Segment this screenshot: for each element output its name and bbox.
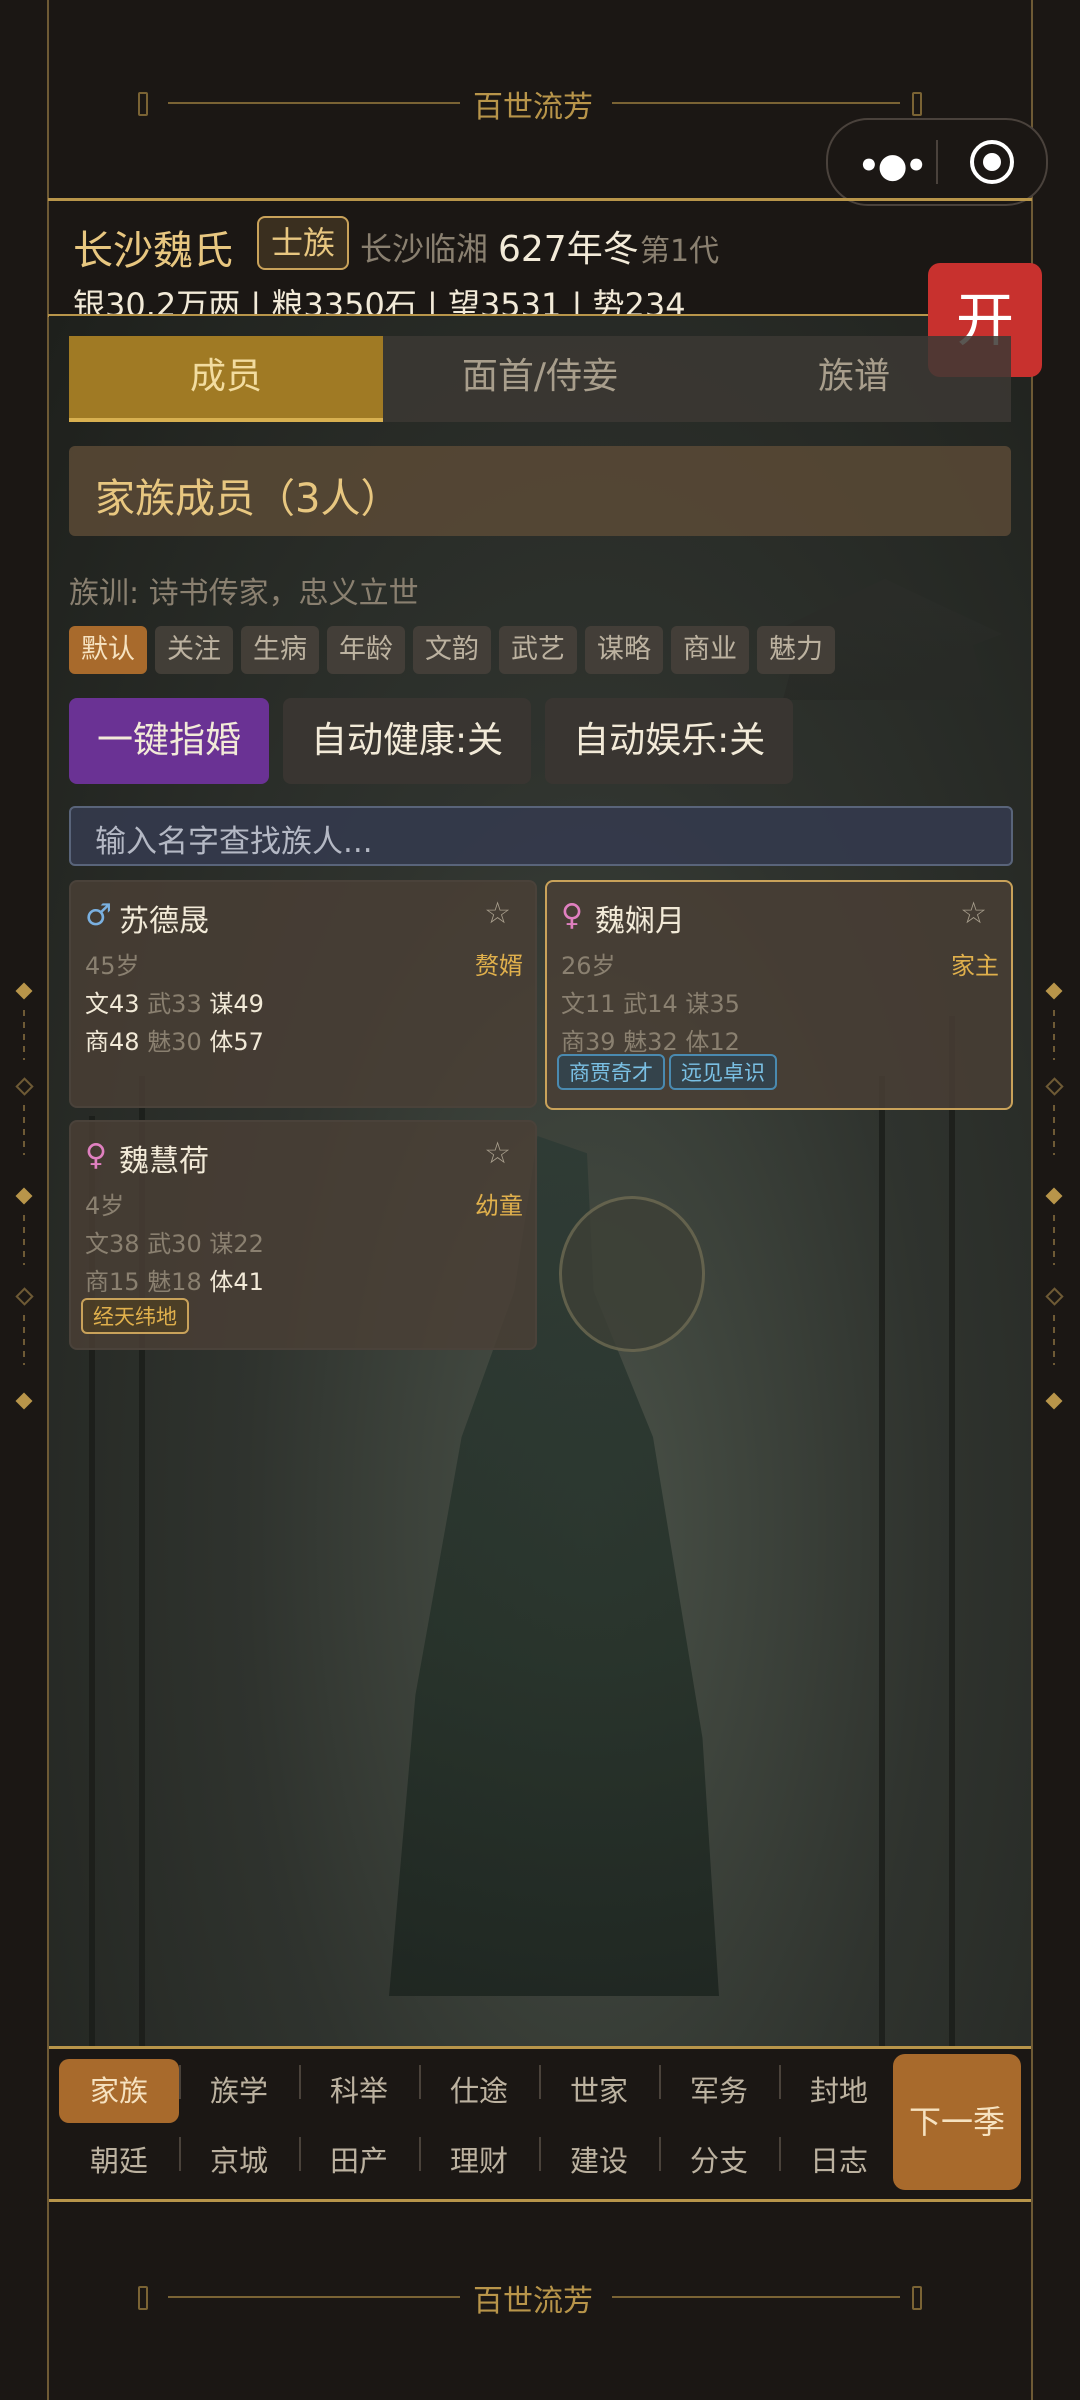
member-stats-row2: 商39 魅32 体12 <box>561 1028 740 1056</box>
filter-literary[interactable]: 文韵 <box>413 626 491 674</box>
nav-clans[interactable]: 世家 <box>539 2059 659 2123</box>
header-top-line <box>48 198 1032 201</box>
female-icon: ♀ <box>85 1138 107 1173</box>
trait-badge: 经天纬地 <box>81 1298 189 1334</box>
more-icon[interactable]: •●• <box>858 146 927 186</box>
nav-row-2: 朝廷 京城 田产 理财 建设 分支 日志 <box>59 2131 899 2191</box>
close-target-icon[interactable] <box>970 140 1014 184</box>
nav-finance[interactable]: 理财 <box>419 2131 539 2191</box>
member-traits: 商贾奇才 远见卓识 <box>557 1054 777 1090</box>
filter-age[interactable]: 年龄 <box>327 626 405 674</box>
tab-members[interactable]: 成员 <box>69 336 383 422</box>
generation-label: 第1代 <box>640 234 720 269</box>
member-age: 45岁 <box>85 952 140 980</box>
member-stats-row1: 文43 武33 谋49 <box>85 990 264 1018</box>
nav-military[interactable]: 军务 <box>659 2059 779 2123</box>
mini-program-capsule[interactable]: •●• <box>826 118 1048 206</box>
fan-illustration <box>559 1196 705 1352</box>
star-icon[interactable]: ☆ <box>484 1136 511 1171</box>
nav-capital[interactable]: 京城 <box>179 2131 299 2191</box>
search-placeholder: 输入名字查找族人... <box>95 824 373 860</box>
filter-martial[interactable]: 武艺 <box>499 626 577 674</box>
nav-family[interactable]: 家族 <box>59 2059 179 2123</box>
banner-title: 百世流芳 <box>473 2284 593 2319</box>
place-label: 长沙临湘 <box>360 230 489 268</box>
nav-estates[interactable]: 田产 <box>299 2131 419 2191</box>
sort-filters: 默认 关注 生病 年龄 文韵 武艺 谋略 商业 魅力 <box>69 626 835 674</box>
nav-construction[interactable]: 建设 <box>539 2131 659 2191</box>
nav-row-1: 家族 族学 科举 仕途 世家 军务 封地 <box>59 2059 899 2123</box>
member-age: 26岁 <box>561 952 616 980</box>
member-role: 幼童 <box>475 1192 523 1220</box>
bamboo-illustration <box>949 1016 955 2046</box>
filter-strategy[interactable]: 谋略 <box>585 626 663 674</box>
right-ornament <box>1040 980 1070 1420</box>
year-label: 627年冬 <box>498 229 639 270</box>
auto-fun-toggle[interactable]: 自动娱乐:关 <box>545 698 794 784</box>
left-ornament <box>10 980 40 1420</box>
nav-log[interactable]: 日志 <box>779 2131 899 2191</box>
trait-badge: 商贾奇才 <box>557 1054 665 1090</box>
matchmake-button[interactable]: 一键指婚 <box>69 698 270 784</box>
tab-consorts[interactable]: 面首/侍妾 <box>383 336 697 422</box>
next-season-button[interactable]: 下一季 <box>893 2054 1021 2190</box>
member-name: 魏慧荷 <box>119 1144 209 1179</box>
nav-branches[interactable]: 分支 <box>659 2131 779 2191</box>
panel-title: 家族成员（3人） <box>95 476 401 522</box>
panel-title-bar: 家族成员（3人） <box>69 446 1011 536</box>
member-card-head[interactable]: ♀ 魏娴月 ☆ 26岁 家主 文11 武14 谋35 商39 魅32 体12 商… <box>545 880 1013 1110</box>
nav-career[interactable]: 仕途 <box>419 2059 539 2123</box>
member-name: 苏德晟 <box>119 904 209 939</box>
member-stats-row2: 商48 魅30 体57 <box>85 1028 264 1056</box>
tab-genealogy[interactable]: 族谱 <box>697 336 1011 422</box>
trait-badge: 远见卓识 <box>669 1054 777 1090</box>
nav-fief[interactable]: 封地 <box>779 2059 899 2123</box>
family-motto: 族训: 诗书传家，忠义立世 <box>69 576 419 611</box>
member-role: 赘婿 <box>475 952 523 980</box>
member-card[interactable]: ♂ 苏德晟 ☆ 45岁 赘婿 文43 武33 谋49 商48 魅30 体57 <box>69 880 537 1108</box>
banner-title: 百世流芳 <box>473 90 593 125</box>
male-icon: ♂ <box>85 898 112 933</box>
family-name: 长沙魏氏 <box>73 228 233 274</box>
filter-default[interactable]: 默认 <box>69 626 147 674</box>
member-stats-row1: 文38 武30 谋22 <box>85 1230 264 1258</box>
star-icon[interactable]: ☆ <box>960 896 987 931</box>
member-age: 4岁 <box>85 1192 125 1220</box>
member-role: 家主 <box>951 952 999 980</box>
nav-exam[interactable]: 科举 <box>299 2059 419 2123</box>
member-stats-row1: 文11 武14 谋35 <box>561 990 740 1018</box>
nav-court[interactable]: 朝廷 <box>59 2131 179 2191</box>
bamboo-illustration <box>879 1076 885 2046</box>
top-banner: 百世流芳 <box>138 88 928 125</box>
filter-charm[interactable]: 魅力 <box>757 626 835 674</box>
female-icon: ♀ <box>561 898 583 933</box>
filter-sick[interactable]: 生病 <box>241 626 319 674</box>
tab-bar: 成员 面首/侍妾 族谱 <box>69 336 1011 422</box>
rank-badge: 士族 <box>257 216 350 270</box>
member-name: 魏娴月 <box>595 904 685 939</box>
bottom-nav: 家族 族学 科举 仕途 世家 军务 封地 朝廷 京城 田产 理财 建设 分支 日… <box>49 2046 1031 2202</box>
filter-commerce[interactable]: 商业 <box>671 626 749 674</box>
member-card[interactable]: ♀ 魏慧荷 ☆ 4岁 幼童 文38 武30 谋22 商15 魅18 体41 经天… <box>69 1120 537 1350</box>
bottom-banner: 百世流芳 <box>138 2282 928 2319</box>
filter-follow[interactable]: 关注 <box>155 626 233 674</box>
action-buttons: 一键指婚 自动健康:关 自动娱乐:关 <box>69 698 794 784</box>
member-traits: 经天纬地 <box>81 1298 189 1334</box>
star-icon[interactable]: ☆ <box>484 896 511 931</box>
nav-school[interactable]: 族学 <box>179 2059 299 2123</box>
member-search-input[interactable]: 输入名字查找族人... <box>69 806 1013 866</box>
member-stats-row2: 商15 魅18 体41 <box>85 1268 264 1296</box>
auto-health-toggle[interactable]: 自动健康:关 <box>283 698 532 784</box>
